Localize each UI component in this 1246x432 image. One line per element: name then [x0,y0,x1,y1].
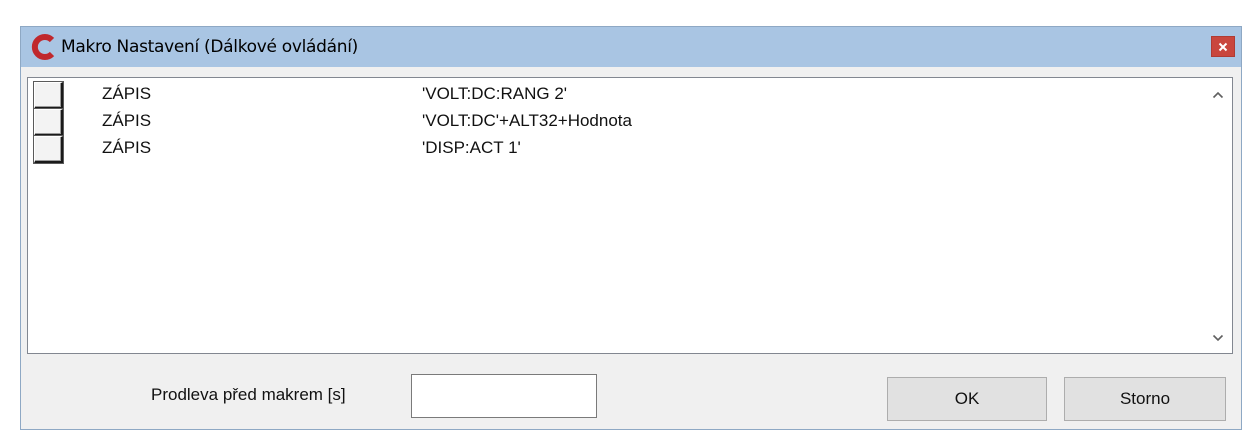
close-button[interactable] [1211,36,1235,57]
scroll-down-button[interactable] [1204,325,1232,351]
delay-input[interactable] [411,374,597,418]
close-icon [1218,42,1228,51]
list-item[interactable]: ZÁPIS 'DISP:ACT 1' [28,136,1198,163]
cancel-button[interactable]: Storno [1064,377,1226,421]
chevron-down-icon [1212,334,1224,342]
row-command: ZÁPIS [102,111,152,130]
row-command: ZÁPIS [102,138,152,157]
list-item[interactable]: ZÁPIS 'VOLT:DC:RANG 2' [28,82,1198,109]
vertical-scrollbar[interactable] [1204,78,1232,353]
macro-list[interactable]: ZÁPIS 'VOLT:DC:RANG 2' ZÁPIS 'VOLT:DC'+A… [27,77,1233,354]
row-value: 'DISP:ACT 1' [422,138,521,157]
list-item[interactable]: ZÁPIS 'VOLT:DC'+ALT32+Hodnota [28,109,1198,136]
screen: Makro Nastavení (Dálkové ovládání) ZÁPIS… [0,0,1246,432]
row-checkbox[interactable] [34,82,63,109]
row-command: ZÁPIS [102,84,152,103]
row-value: 'VOLT:DC:RANG 2' [422,84,568,103]
delay-label: Prodleva před makrem [s] [151,385,346,404]
macro-settings-dialog: Makro Nastavení (Dálkové ovládání) ZÁPIS… [20,26,1242,430]
scroll-up-button[interactable] [1204,82,1232,108]
ok-button[interactable]: OK [887,377,1047,421]
row-value: 'VOLT:DC'+ALT32+Hodnota [422,111,632,130]
window-title: Makro Nastavení (Dálkové ovládání) [61,37,359,57]
title-bar[interactable]: Makro Nastavení (Dálkové ovládání) [21,27,1241,67]
red-c-logo-icon [29,32,59,62]
row-checkbox[interactable] [34,109,63,136]
row-checkbox[interactable] [34,136,63,163]
chevron-up-icon [1212,91,1224,99]
